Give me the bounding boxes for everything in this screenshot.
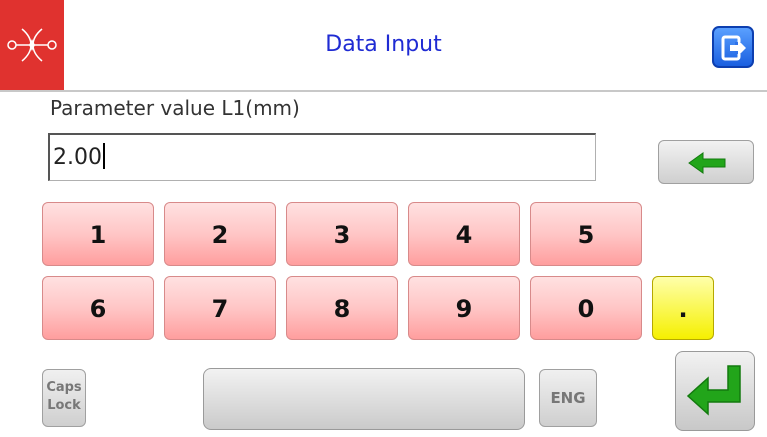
key-decimal-point[interactable]: .	[652, 276, 714, 340]
key-3[interactable]: 3	[286, 202, 398, 266]
key-7[interactable]: 7	[164, 276, 276, 340]
key-2[interactable]: 2	[164, 202, 276, 266]
key-5[interactable]: 5	[530, 202, 642, 266]
data-input-screen: Data Input Parameter value L1(mm) 2.00 1…	[0, 0, 767, 437]
caps-lock-label-line2: Lock	[47, 398, 81, 413]
value-input[interactable]: 2.00	[48, 133, 596, 181]
back-arrow-icon	[688, 152, 726, 174]
key-8[interactable]: 8	[286, 276, 398, 340]
key-4[interactable]: 4	[408, 202, 520, 266]
enter-button[interactable]	[675, 351, 755, 431]
backspace-button[interactable]	[658, 140, 754, 184]
exit-icon	[721, 35, 746, 61]
key-1[interactable]: 1	[42, 202, 154, 266]
key-0[interactable]: 0	[530, 276, 642, 340]
text-caret	[102, 143, 105, 169]
caps-lock-button[interactable]: Caps Lock	[42, 369, 86, 427]
page-title: Data Input	[325, 32, 442, 57]
key-6[interactable]: 6	[42, 276, 154, 340]
parameter-label: Parameter value L1(mm)	[50, 96, 300, 120]
caps-lock-label-line1: Caps	[46, 380, 82, 395]
exit-button[interactable]	[712, 26, 754, 68]
language-button[interactable]: ENG	[539, 369, 597, 427]
value-input-text: 2.00	[53, 143, 105, 170]
space-button[interactable]	[203, 368, 525, 430]
key-9[interactable]: 9	[408, 276, 520, 340]
enter-arrow-icon	[686, 365, 741, 416]
header-bar: Data Input	[0, 0, 767, 92]
